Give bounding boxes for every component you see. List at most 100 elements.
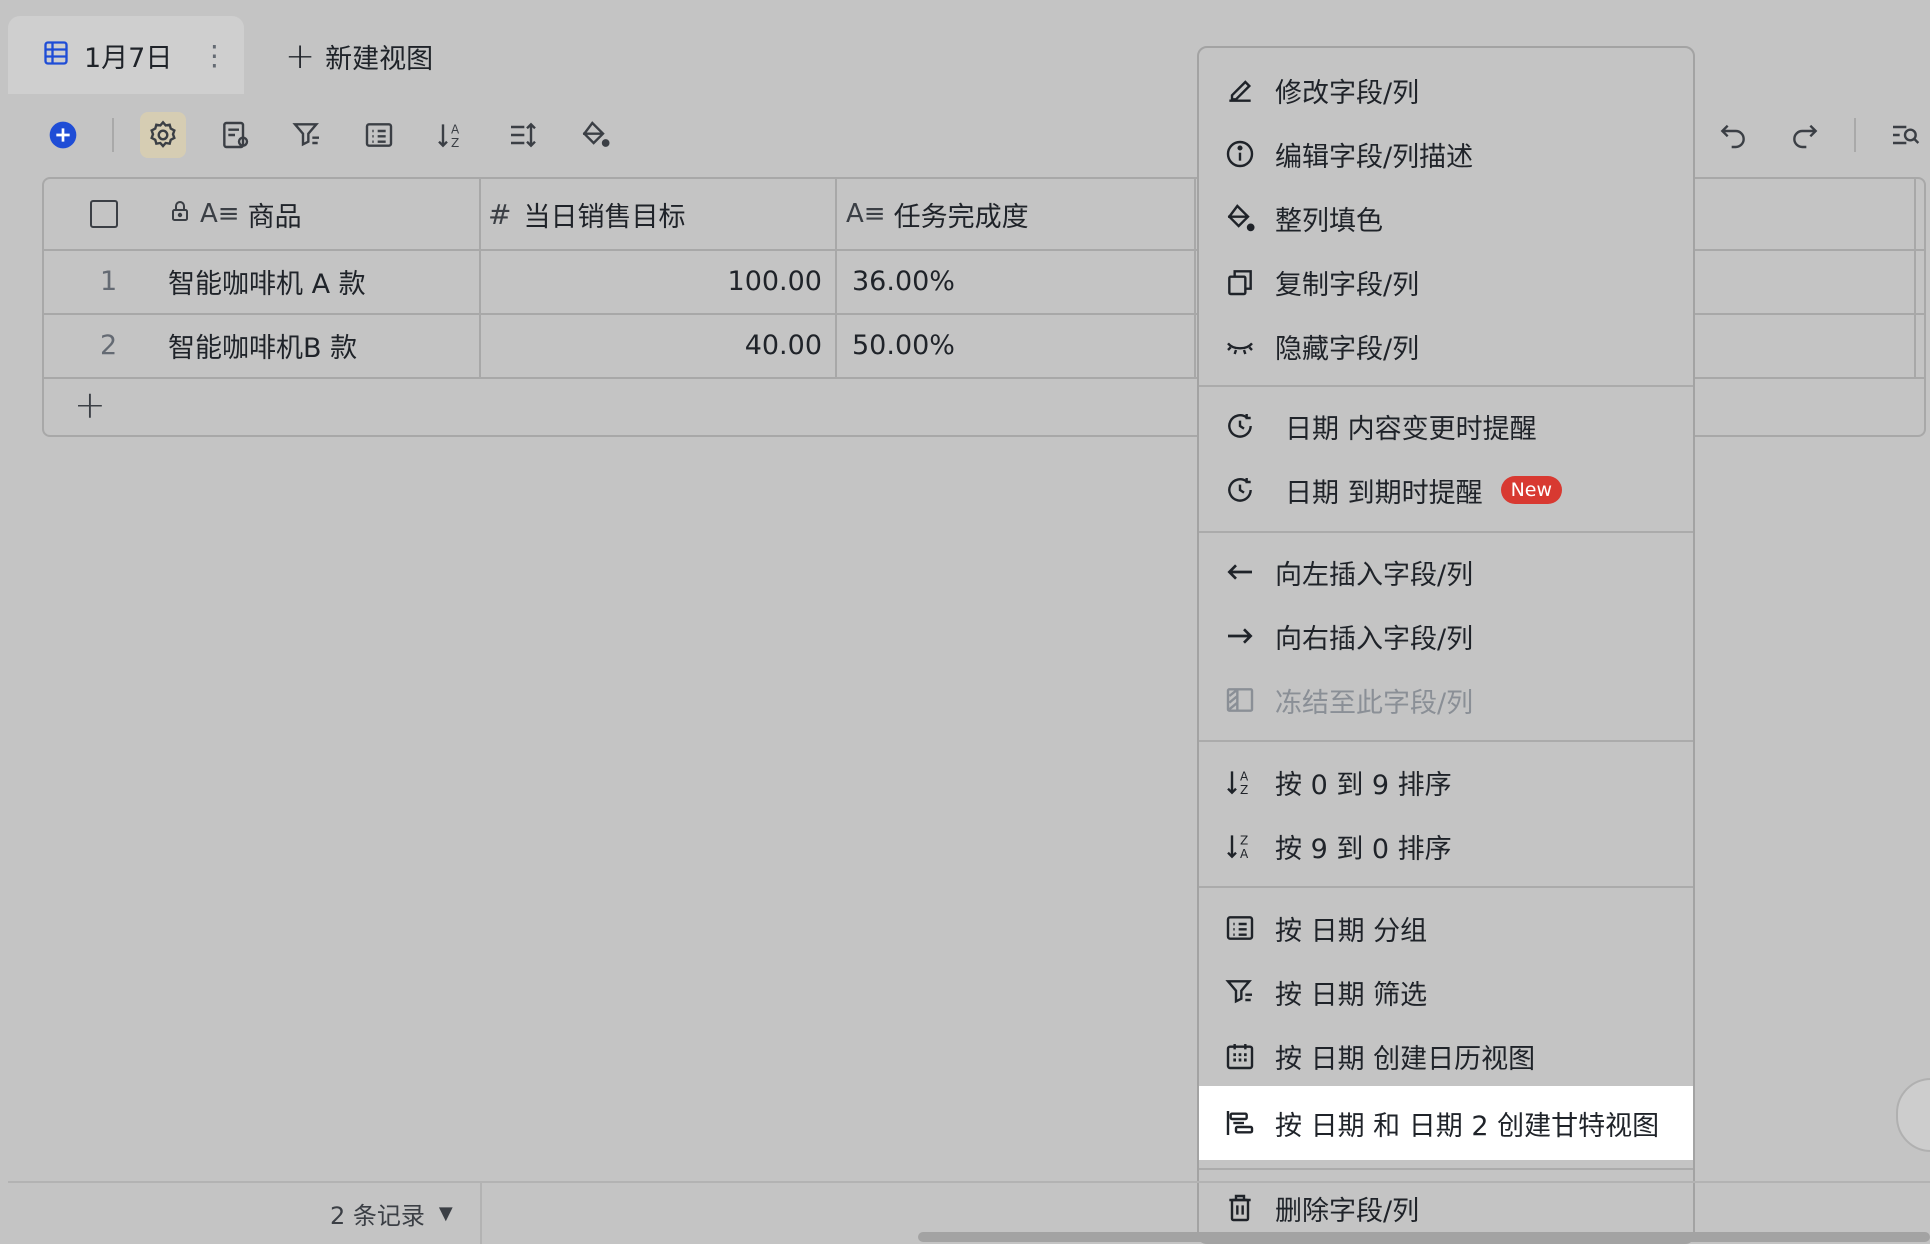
menu-item-label: 按 日期 筛选	[1275, 979, 1428, 1011]
filter-icon[interactable]	[284, 112, 330, 158]
sort-ascending-icon: AZ	[1223, 765, 1257, 799]
menu-item-change-reminder[interactable]: 日期 内容变更时提醒	[1199, 394, 1693, 458]
menu-item-label: 删除字段/列	[1275, 1195, 1420, 1227]
group-list-icon	[1223, 911, 1257, 945]
fill-color-icon[interactable]	[572, 112, 618, 158]
number-type-icon: #	[488, 197, 512, 231]
undo-icon[interactable]	[1710, 112, 1756, 158]
menu-item-label: 复制字段/列	[1275, 269, 1420, 301]
redo-icon[interactable]	[1782, 112, 1828, 158]
menu-item-label: 隐藏字段/列	[1275, 333, 1420, 365]
svg-text:Z: Z	[1240, 783, 1248, 797]
menu-item-delete-field[interactable]: 删除字段/列	[1199, 1176, 1693, 1240]
menu-item-label: 按 0 到 9 排序	[1275, 769, 1452, 801]
menu-item-label: 冻结至此字段/列	[1275, 687, 1474, 719]
edit-pen-icon	[1223, 73, 1257, 107]
tab-1-7[interactable]: 1月7日 ⋮	[8, 16, 244, 94]
column-divider	[835, 249, 837, 313]
menu-item-sort-ascending[interactable]: AZ 按 0 到 9 排序	[1199, 750, 1693, 814]
column-header-completion[interactable]: A≡ 任务完成度	[846, 179, 1029, 249]
toolbar-divider	[112, 118, 114, 152]
select-all-checkbox[interactable]	[90, 179, 118, 249]
help-float-button[interactable]	[1896, 1078, 1930, 1152]
more-vertical-icon[interactable]: ⋮	[200, 39, 228, 72]
menu-item-gantt-view[interactable]: 按 日期 和 日期 2 创建甘特视图	[1199, 1086, 1693, 1160]
completion-cell[interactable]: 36.00%	[852, 249, 955, 313]
column-divider	[1194, 249, 1196, 313]
record-count[interactable]: 2 条记录 ▼	[330, 1196, 453, 1231]
add-row-button[interactable]: +	[74, 383, 106, 427]
clock-reminder-icon	[1223, 473, 1257, 507]
menu-item-label: 修改字段/列	[1275, 77, 1420, 109]
product-cell[interactable]: 智能咖啡机 A 款	[168, 249, 366, 313]
horizontal-scrollbar[interactable]	[918, 1232, 1930, 1242]
menu-item-due-reminder[interactable]: 日期 到期时提醒 New	[1199, 458, 1693, 522]
copy-icon	[1223, 265, 1257, 299]
search-icon[interactable]	[1882, 112, 1928, 158]
menu-divider	[1199, 1168, 1693, 1170]
menu-item-label: 向左插入字段/列	[1275, 559, 1474, 591]
column-header-target[interactable]: # 当日销售目标	[488, 179, 685, 249]
menu-item-label: 日期 内容变更时提醒	[1285, 413, 1537, 445]
column-divider	[479, 313, 481, 377]
menu-item-insert-right[interactable]: 向右插入字段/列	[1199, 604, 1693, 668]
menu-item-label: 整列填色	[1275, 205, 1383, 237]
eye-closed-icon	[1223, 329, 1257, 363]
clock-reminder-icon	[1223, 409, 1257, 443]
menu-item-insert-left[interactable]: 向左插入字段/列	[1199, 540, 1693, 604]
column-header-product[interactable]: A≡ 商品	[168, 179, 302, 249]
row-height-icon[interactable]	[500, 112, 546, 158]
menu-item-label: 编辑字段/列描述	[1275, 141, 1474, 173]
new-view-button[interactable]: + 新建视图	[285, 34, 433, 78]
product-cell[interactable]: 智能咖啡机B 款	[168, 313, 357, 377]
target-cell[interactable]: 100.00	[488, 249, 822, 313]
column-divider	[1914, 179, 1916, 249]
filter-icon	[1223, 975, 1257, 1009]
calendar-icon	[1223, 1039, 1257, 1073]
menu-item-fill-column[interactable]: 整列填色	[1199, 186, 1693, 250]
menu-item-edit-field[interactable]: 修改字段/列	[1199, 58, 1693, 122]
menu-item-group-by-date[interactable]: 按 日期 分组	[1199, 896, 1693, 960]
menu-item-filter-by-date[interactable]: 按 日期 筛选	[1199, 960, 1693, 1024]
column-context-menu: 修改字段/列 编辑字段/列描述 整列填色 复制字段/列 隐藏字段/列 日期 内容…	[1197, 46, 1695, 1244]
arrow-left-icon	[1223, 555, 1257, 589]
lock-icon	[168, 199, 192, 230]
column-divider	[1914, 313, 1916, 377]
paint-bucket-icon	[1223, 201, 1257, 235]
row-index: 1	[100, 265, 118, 297]
new-view-label: 新建视图	[325, 43, 434, 75]
table-icon	[42, 39, 70, 71]
toolbar-right	[1710, 112, 1928, 158]
text-type-icon: A≡	[200, 199, 240, 229]
menu-divider	[1199, 531, 1693, 533]
toolbar-divider-right	[1854, 118, 1856, 152]
menu-item-hide-field[interactable]: 隐藏字段/列	[1199, 314, 1693, 378]
column-header-label: 当日销售目标	[523, 201, 686, 233]
footer-divider	[8, 1181, 1930, 1183]
svg-text:A: A	[1240, 770, 1249, 784]
group-icon[interactable]	[356, 112, 402, 158]
svg-text:Z: Z	[451, 136, 459, 150]
settings-gear-icon[interactable]	[140, 112, 186, 158]
add-circle-icon[interactable]	[40, 112, 86, 158]
gantt-icon	[1223, 1106, 1257, 1140]
menu-item-label: 日期 到期时提醒	[1285, 477, 1483, 509]
form-icon[interactable]	[212, 112, 258, 158]
menu-item-freeze-field[interactable]: 冻结至此字段/列	[1199, 668, 1693, 732]
menu-item-label: 按 日期 分组	[1275, 915, 1428, 947]
menu-item-calendar-view[interactable]: 按 日期 创建日历视图	[1199, 1024, 1693, 1088]
menu-divider	[1199, 740, 1693, 742]
column-divider	[479, 249, 481, 313]
sort-descending-icon: ZA	[1223, 829, 1257, 863]
caret-down-icon: ▼	[438, 1203, 453, 1224]
completion-cell[interactable]: 50.00%	[852, 313, 955, 377]
sort-icon[interactable]: AZ	[428, 112, 474, 158]
column-divider	[1194, 179, 1196, 249]
target-cell[interactable]: 40.00	[488, 313, 822, 377]
menu-item-sort-descending[interactable]: ZA 按 9 到 0 排序	[1199, 814, 1693, 878]
svg-text:A: A	[1240, 847, 1249, 861]
menu-item-copy-field[interactable]: 复制字段/列	[1199, 250, 1693, 314]
row-index: 2	[100, 329, 118, 361]
column-header-label: 商品	[247, 201, 302, 233]
menu-item-edit-description[interactable]: 编辑字段/列描述	[1199, 122, 1693, 186]
